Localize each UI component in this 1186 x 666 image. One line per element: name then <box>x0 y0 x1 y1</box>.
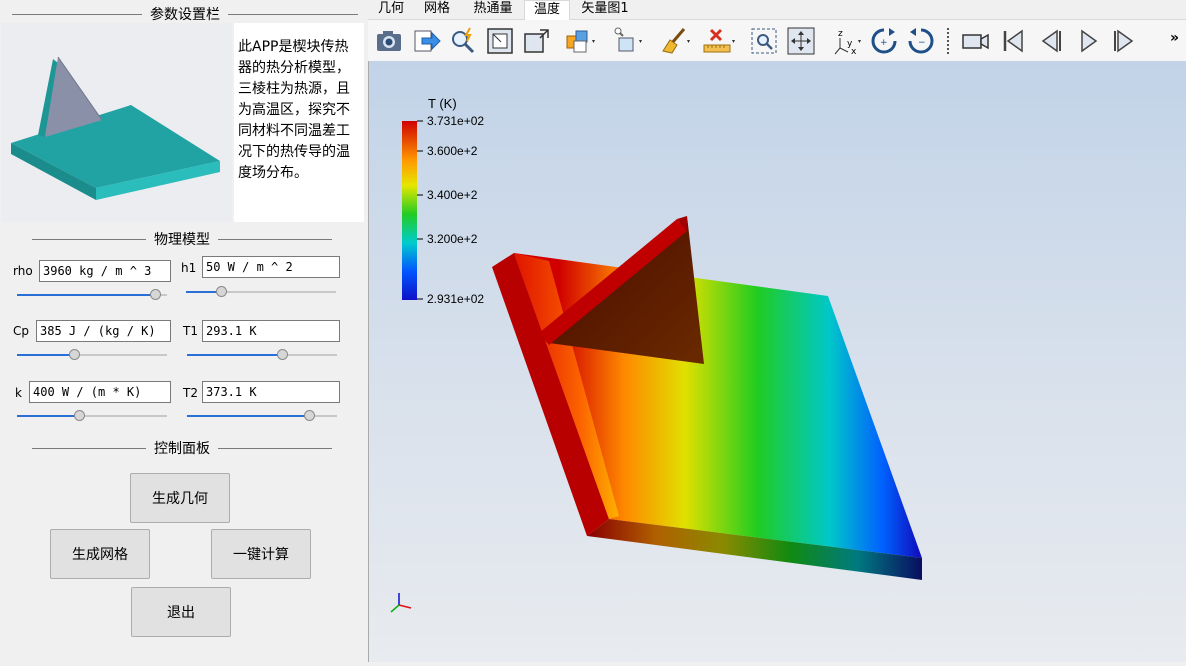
model-thumbnail <box>1 23 232 222</box>
temperature-field-render: T (K) 3.731e+02 3.600e+2 3.400e+2 3.200e… <box>390 96 922 613</box>
toolbar: zyx + − » <box>368 20 1186 61</box>
cp-label: Cp <box>13 324 29 338</box>
export-icon[interactable] <box>412 26 442 56</box>
axis-icon[interactable]: zyx <box>830 26 861 57</box>
h1-input[interactable]: 50 W / m ^ 2 <box>202 256 340 278</box>
colorbar-tick-360: 3.600e+2 <box>427 144 478 158</box>
zoom-icon[interactable] <box>448 26 478 56</box>
colorbar-gradient <box>402 121 417 300</box>
3d-viewport[interactable]: T (K) 3.731e+02 3.600e+2 3.400e+2 3.200e… <box>368 61 1186 662</box>
t2-input[interactable]: 373.1 K <box>202 381 340 403</box>
k-input[interactable]: 400 W / (m * K) <box>29 381 171 403</box>
param-section-label: 参数设置栏 <box>150 7 220 23</box>
tab-mesh[interactable]: 网格 <box>418 0 456 19</box>
view-tabs: 几何 网格 热通量 温度 矢量图1 <box>368 0 1186 20</box>
t2-label: T2 <box>183 386 198 400</box>
exit-button[interactable]: 退出 <box>131 587 231 637</box>
app-description: 此APP是楔块传热器的热分析模型，三棱柱为热源，且为高温区，探究不同材料不同温差… <box>234 23 364 222</box>
svg-text:z: z <box>838 29 843 39</box>
tab-geometry[interactable]: 几何 <box>372 0 410 19</box>
light-icon[interactable] <box>611 26 642 56</box>
colorbar-tick-min: 2.931e+02 <box>427 292 484 306</box>
toolbar-separator <box>947 28 949 54</box>
scene-light-icon[interactable] <box>564 26 595 56</box>
cp-slider-knob[interactable] <box>69 349 80 360</box>
rotate-ccw-icon[interactable]: − <box>906 26 936 56</box>
first-frame-icon[interactable] <box>998 26 1028 56</box>
k-label: k <box>15 386 22 400</box>
tab-heat-flux[interactable]: 热通量 <box>468 0 518 19</box>
t2-slider-knob[interactable] <box>303 410 315 421</box>
orientation-axes <box>390 593 412 613</box>
tab-temperature[interactable]: 温度 <box>524 0 570 20</box>
h1-slider-knob[interactable] <box>215 286 227 297</box>
h1-label: h1 <box>181 261 197 275</box>
h1-slider[interactable] <box>186 286 336 298</box>
rho-label: rho <box>13 264 33 278</box>
record-icon[interactable] <box>960 26 990 56</box>
colorbar-tick-320: 3.200e+2 <box>427 232 478 246</box>
camera-icon[interactable] <box>374 26 404 56</box>
rotate-cw-icon[interactable]: + <box>869 26 899 56</box>
generate-geometry-button[interactable]: 生成几何 <box>130 473 230 523</box>
svg-text:−: − <box>918 38 926 48</box>
physics-section-label: 物理模型 <box>154 232 210 248</box>
tab-vector-plot[interactable]: 矢量图1 <box>576 0 634 19</box>
zoom-box-icon[interactable] <box>485 26 515 56</box>
physics-section-title: 物理模型 <box>32 229 332 249</box>
pan-icon[interactable] <box>786 26 816 56</box>
rho-input[interactable]: 3960 kg / m ^ 3 <box>39 260 171 282</box>
prev-frame-icon[interactable] <box>1035 26 1065 56</box>
last-frame-icon[interactable] <box>1109 26 1139 56</box>
clear-icon[interactable] <box>658 26 690 56</box>
t2-slider[interactable] <box>187 410 337 422</box>
control-section-title: 控制面板 <box>32 438 332 458</box>
cp-slider[interactable] <box>17 349 167 361</box>
t1-input[interactable]: 293.1 K <box>202 320 340 342</box>
delete-icon[interactable] <box>701 26 735 56</box>
zoom-extents-icon[interactable] <box>522 26 552 56</box>
t1-slider-knob[interactable] <box>276 349 288 360</box>
rho-slider[interactable] <box>17 289 167 301</box>
t1-label: T1 <box>183 324 198 338</box>
play-icon[interactable] <box>1073 26 1103 56</box>
generate-mesh-button[interactable]: 生成网格 <box>50 529 150 579</box>
cp-input[interactable]: 385 J / (kg / K) <box>36 320 171 342</box>
control-section-label: 控制面板 <box>154 441 210 457</box>
colorbar-title: T (K) <box>428 96 457 111</box>
zoom-selection-icon[interactable] <box>749 26 779 56</box>
svg-text:x: x <box>851 47 857 56</box>
compute-button[interactable]: 一键计算 <box>211 529 311 579</box>
colorbar-tick-max: 3.731e+02 <box>427 114 484 128</box>
toolbar-overflow[interactable]: » <box>1170 30 1179 46</box>
rho-slider-knob[interactable] <box>150 289 161 300</box>
param-section-title: 参数设置栏 <box>12 4 358 24</box>
parameter-panel: 参数设置栏 此APP是楔块传热器的热分析模型，三棱柱为热源，且为高温区，探究不同… <box>0 0 367 662</box>
k-slider[interactable] <box>17 410 167 422</box>
t1-slider[interactable] <box>187 349 337 361</box>
svg-text:+: + <box>880 38 888 48</box>
colorbar-tick-340: 3.400e+2 <box>427 188 478 202</box>
k-slider-knob[interactable] <box>73 410 85 421</box>
